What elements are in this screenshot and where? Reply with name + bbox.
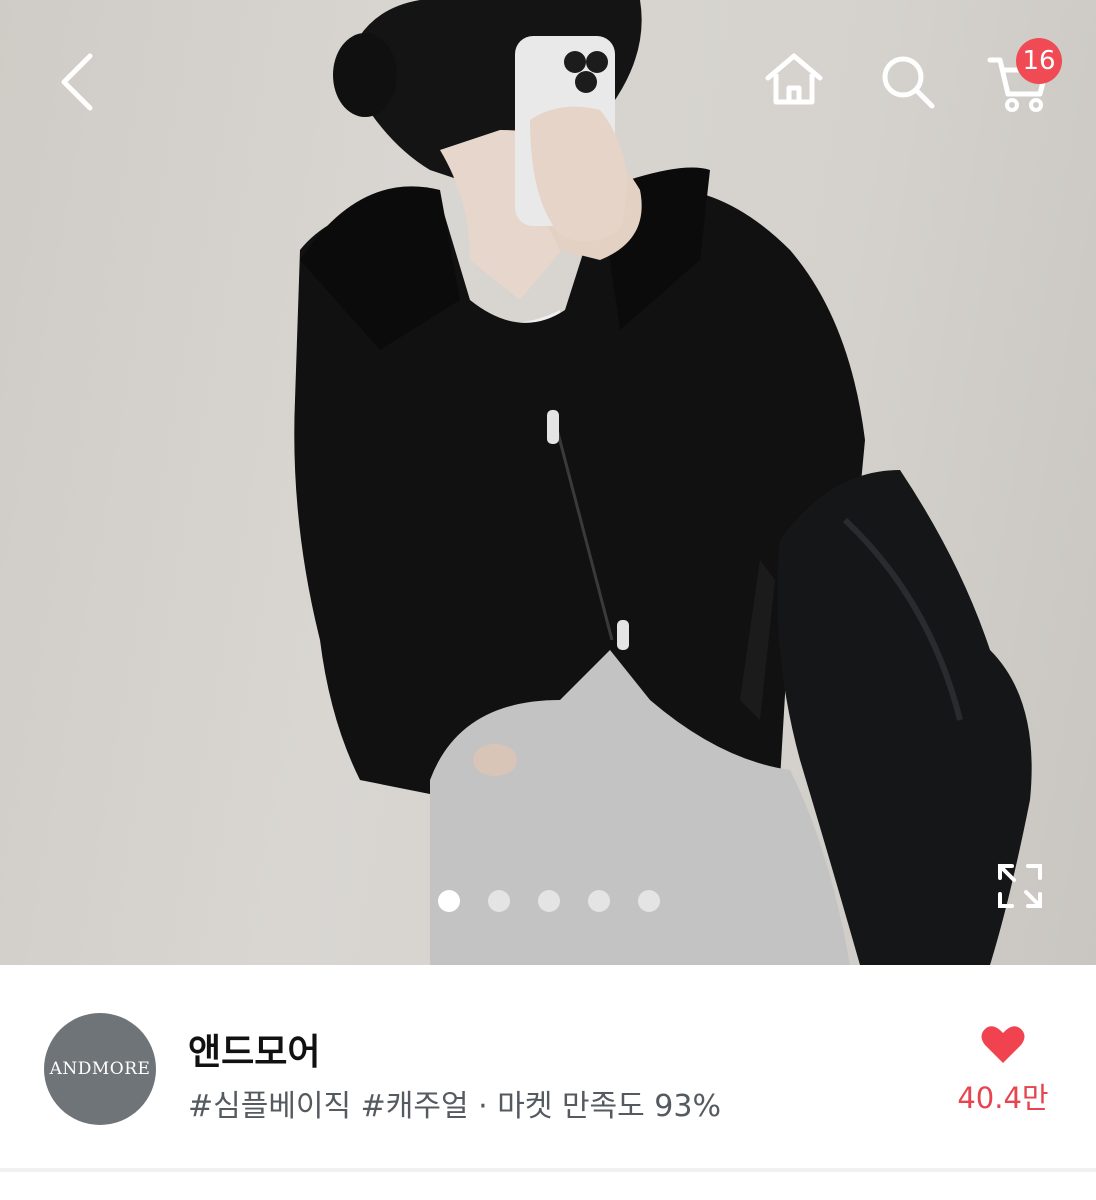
fullscreen-button[interactable] xyxy=(996,862,1044,910)
cart-count-badge: 16 xyxy=(1016,38,1062,84)
product-image-gallery[interactable]: 16 xyxy=(0,0,1096,965)
product-photo xyxy=(294,0,1032,965)
shop-info-row[interactable]: ANDMORE 앤드모어 #심플베이직 #캐주얼 · 마켓 만족도 93% 40… xyxy=(0,965,1096,1170)
back-button[interactable] xyxy=(52,50,104,114)
like-count: 40.4만 xyxy=(957,1081,1049,1115)
gallery-dot[interactable] xyxy=(588,890,610,912)
gallery-dot[interactable] xyxy=(538,890,560,912)
chevron-left-icon xyxy=(61,53,93,111)
home-button[interactable] xyxy=(762,50,826,110)
shop-logo-text: ANDMORE xyxy=(49,1059,151,1079)
cart-button[interactable]: 16 xyxy=(986,38,1062,114)
search-button[interactable] xyxy=(878,52,938,112)
shop-tags: #심플베이직 #캐주얼 · 마켓 만족도 93% xyxy=(188,1089,721,1124)
like-button[interactable]: 40.4만 xyxy=(950,1023,1056,1133)
gallery-pagination xyxy=(438,890,660,912)
section-divider xyxy=(0,1168,1096,1172)
search-icon xyxy=(882,56,935,109)
shop-logo[interactable]: ANDMORE xyxy=(44,1013,156,1125)
shop-name[interactable]: 앤드모어 xyxy=(188,1023,320,1075)
gallery-dot[interactable] xyxy=(638,890,660,912)
expand-icon xyxy=(998,864,1042,908)
heart-icon xyxy=(981,1026,1025,1063)
gallery-dot[interactable] xyxy=(488,890,510,912)
gallery-dot-active[interactable] xyxy=(438,890,460,912)
home-icon xyxy=(765,53,823,105)
